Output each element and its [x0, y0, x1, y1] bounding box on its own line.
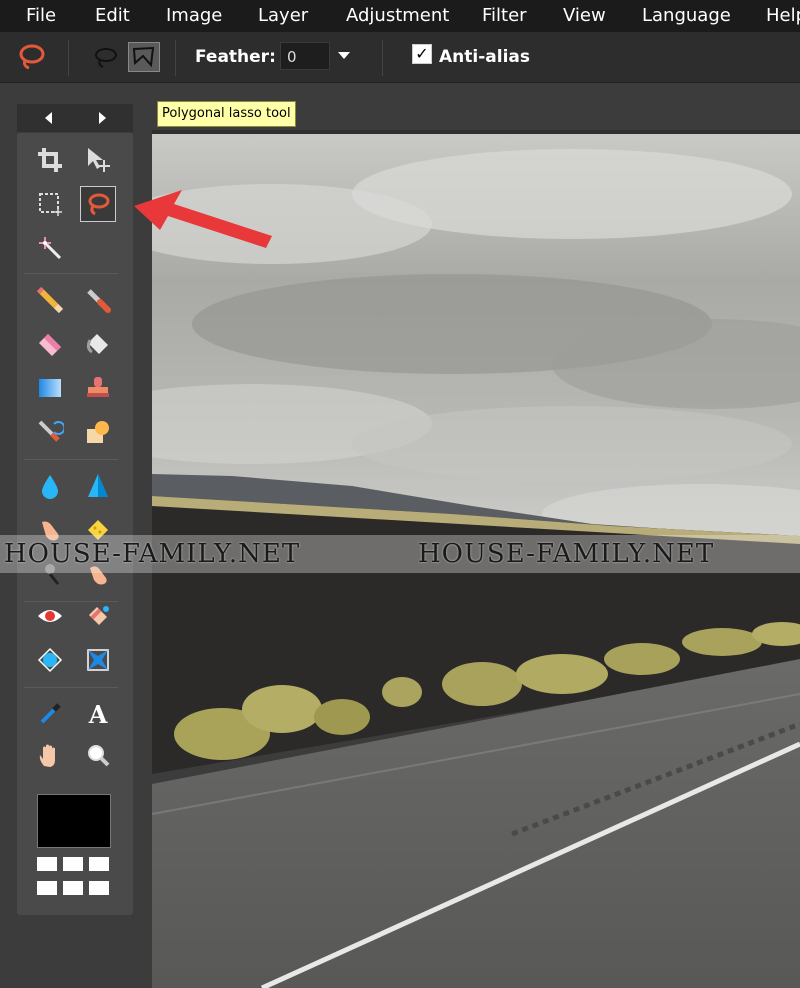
marquee-tool-icon[interactable] [32, 186, 68, 222]
antialias-label: Anti-alias [439, 47, 530, 67]
menu-edit[interactable]: Edit [95, 5, 130, 26]
tooltip: Polygonal lasso tool [157, 101, 296, 127]
options-bar [0, 32, 800, 83]
color-picker-tool-icon[interactable] [32, 696, 68, 732]
clone-stamp-tool-icon[interactable] [80, 370, 116, 406]
options-separator [68, 40, 69, 76]
menu-image[interactable]: Image [166, 5, 222, 26]
eraser-tool-icon[interactable] [32, 326, 68, 362]
menu-language[interactable]: Language [642, 5, 731, 26]
lasso-tool-icon[interactable] [80, 186, 116, 222]
blur-tool-icon[interactable] [32, 468, 68, 504]
zoom-tool-icon[interactable] [80, 738, 116, 774]
tool-divider [24, 273, 118, 274]
panel-right-arrow-icon[interactable] [99, 112, 106, 124]
menu-bar: File Edit Image Layer Adjustment Filter … [0, 0, 800, 32]
gradient-tool-icon[interactable] [32, 370, 68, 406]
foreground-color-swatch[interactable] [37, 794, 111, 848]
color-replace-tool-icon[interactable] [32, 414, 68, 450]
panel-left-arrow-icon[interactable] [45, 112, 52, 124]
bloat-tool-icon[interactable] [32, 642, 68, 678]
menu-file[interactable]: File [26, 5, 56, 26]
text-tool-icon[interactable]: A [80, 696, 116, 732]
options-separator [382, 40, 383, 76]
current-tool-lasso-icon [14, 40, 50, 74]
menu-layer[interactable]: Layer [258, 5, 308, 26]
tool-divider [24, 687, 118, 688]
antialias-checkbox[interactable]: ✓ [412, 44, 432, 64]
red-eye-tool-icon[interactable] [32, 598, 68, 634]
options-separator [175, 40, 176, 76]
tool-panel-nav [17, 104, 133, 132]
watermark-text: HOUSE-FAMILY.NET [418, 539, 715, 569]
menu-adjustment[interactable]: Adjustment [346, 5, 449, 26]
feather-input[interactable]: 0 [280, 42, 330, 70]
feather-label: Feather: [195, 47, 276, 67]
red-arrow-annotation [134, 190, 272, 248]
magic-wand-tool-icon[interactable] [32, 230, 68, 266]
fill-tool-icon[interactable] [80, 326, 116, 362]
svg-text:A: A [88, 700, 108, 728]
pinch-tool-icon[interactable] [80, 642, 116, 678]
menu-help[interactable]: Help [766, 5, 800, 26]
menu-filter[interactable]: Filter [482, 5, 527, 26]
pencil-tool-icon[interactable] [32, 282, 68, 318]
lasso-mode-polygonal-icon[interactable] [128, 42, 160, 72]
watermark-text: HOUSE-FAMILY.NET [4, 539, 301, 569]
move-tool-icon[interactable] [80, 142, 116, 178]
hand-tool-icon[interactable] [32, 738, 68, 774]
brush-tool-icon[interactable] [80, 282, 116, 318]
feather-dropdown-icon[interactable] [338, 52, 350, 59]
shape-tool-icon[interactable] [80, 414, 116, 450]
lasso-mode-freehand-icon[interactable] [92, 44, 120, 70]
tool-divider [24, 459, 118, 460]
crop-tool-icon[interactable] [32, 142, 68, 178]
sharpen-tool-icon[interactable] [80, 468, 116, 504]
menu-view[interactable]: View [563, 5, 606, 26]
spot-heal-tool-icon[interactable] [80, 598, 116, 634]
